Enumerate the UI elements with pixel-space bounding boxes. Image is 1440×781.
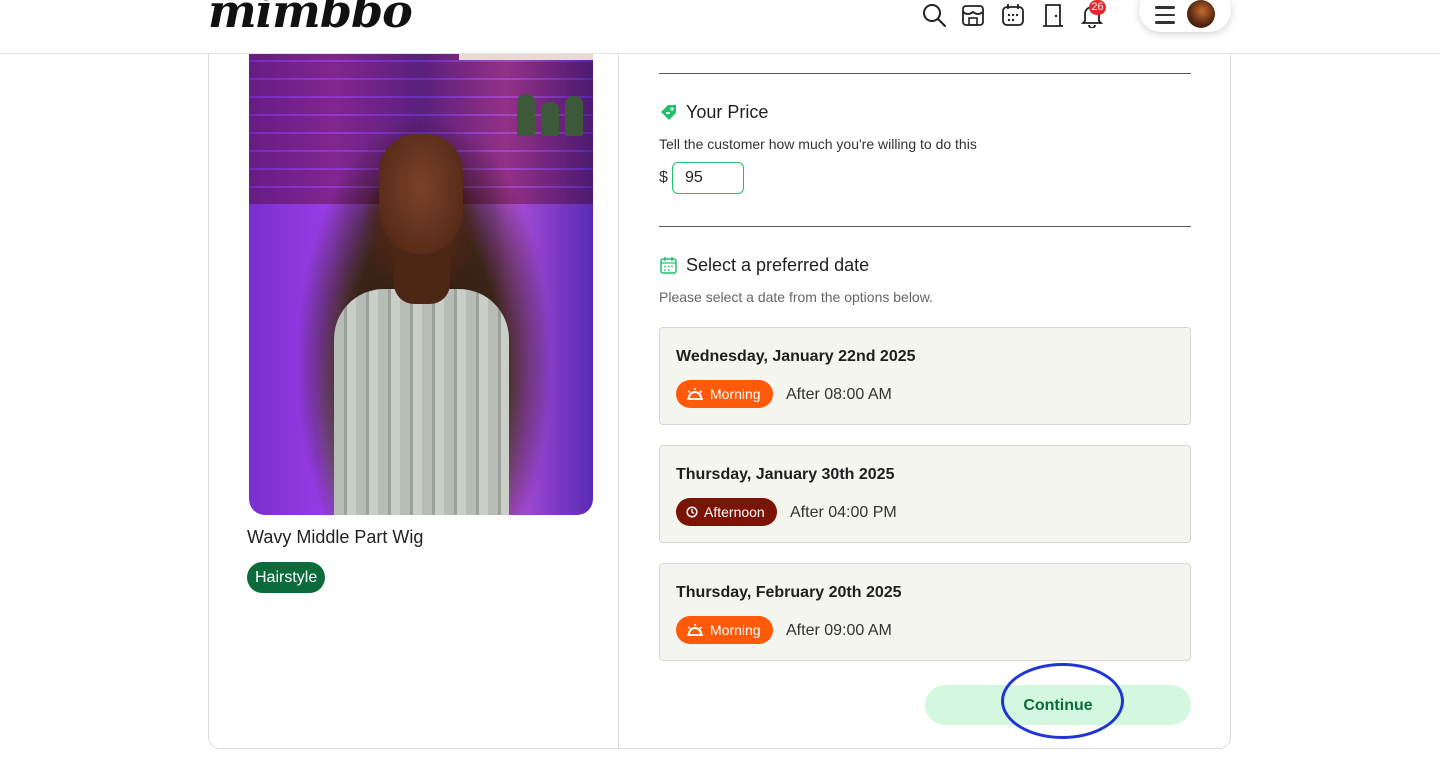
price-input[interactable]: [672, 162, 744, 194]
time-slot-time: After 09:00 AM: [786, 622, 892, 639]
category-tag[interactable]: Hairstyle: [247, 562, 326, 593]
date-option-card[interactable]: Wednesday, January 22nd 2025 Morning Aft…: [659, 327, 1191, 425]
store-icon[interactable]: [960, 2, 986, 28]
product-title: Wavy Middle Part Wig: [247, 527, 424, 547]
currency-symbol: $: [659, 169, 668, 186]
date-section-title: Select a preferred date: [686, 255, 870, 275]
price-tag-icon: [659, 103, 678, 122]
sunrise-icon: [687, 388, 703, 400]
top-header: mimbbo 26: [0, 0, 1440, 54]
time-slot-time: After 04:00 PM: [790, 504, 897, 521]
time-slot-badge: Morning: [676, 616, 773, 644]
date-section-subtitle: Please select a date from the options be…: [659, 289, 933, 305]
door-icon[interactable]: [1040, 2, 1066, 28]
calendar-icon: [659, 256, 678, 275]
section-divider: [659, 226, 1191, 227]
avatar: [1187, 0, 1215, 28]
price-section-subtitle: Tell the customer how much you're willin…: [659, 136, 977, 152]
time-slot-label: Afternoon: [704, 504, 765, 520]
date-option-title: Thursday, January 30th 2025: [676, 466, 895, 483]
date-option-title: Wednesday, January 22nd 2025: [676, 348, 916, 365]
mimbbo-logo[interactable]: mimbbo: [208, 0, 413, 38]
sunrise-icon: [687, 624, 703, 636]
column-divider: [618, 54, 619, 749]
account-menu-button[interactable]: [1139, 0, 1231, 32]
date-option-card[interactable]: Thursday, January 30th 2025 Afternoon Af…: [659, 445, 1191, 543]
time-slot-label: Morning: [710, 622, 761, 638]
date-option-card[interactable]: Thursday, February 20th 2025 Morning Aft…: [659, 563, 1191, 661]
time-slot-label: Morning: [710, 386, 761, 402]
date-option-title: Thursday, February 20th 2025: [676, 584, 902, 601]
search-icon[interactable]: [921, 2, 947, 28]
time-slot-badge: Morning: [676, 380, 773, 408]
notification-badge: 26: [1089, 0, 1106, 15]
clock-icon: [686, 506, 698, 518]
time-slot-time: After 08:00 AM: [786, 386, 892, 403]
section-divider: [659, 73, 1191, 74]
time-slot-badge: Afternoon: [676, 498, 777, 526]
price-section-title: Your Price: [686, 102, 769, 122]
highlight-circle: [1001, 663, 1124, 739]
calendar-icon[interactable]: [1000, 2, 1026, 28]
product-photo: [249, 54, 593, 515]
hamburger-icon: [1155, 6, 1175, 24]
